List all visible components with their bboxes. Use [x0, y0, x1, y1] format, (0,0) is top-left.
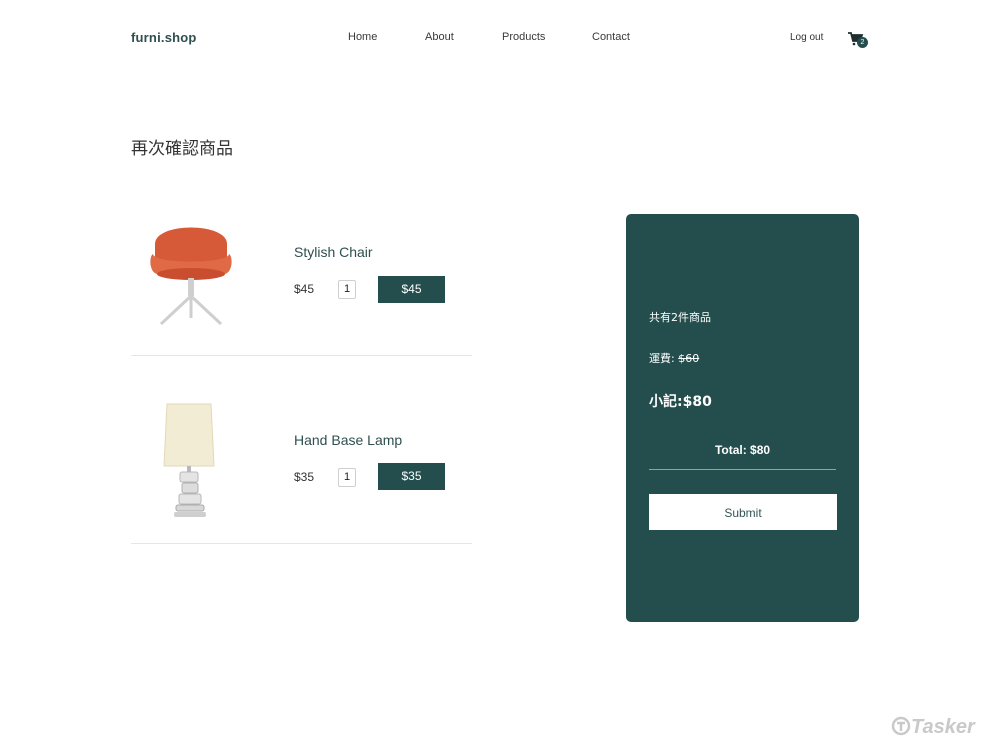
watermark-icon [891, 716, 911, 736]
item-name[interactable]: Hand Base Lamp [294, 432, 402, 448]
item-divider [131, 355, 472, 356]
shipping-label: 運費: [649, 352, 679, 365]
subtotal-text: 小記:$80 [649, 394, 712, 410]
watermark-logo: Tasker [891, 716, 975, 739]
total-text: Total: $80 [714, 443, 771, 457]
order-summary-panel: 共有2件商品 運費: $60 小記:$80 Total: $80 Submit [626, 214, 859, 622]
watermark-text: Tasker [911, 716, 975, 738]
nav-home[interactable]: Home [348, 31, 377, 43]
lamp-image [163, 403, 215, 517]
item-price: $35 [294, 470, 315, 484]
nav-contact[interactable]: Contact [592, 31, 630, 43]
item-name[interactable]: Stylish Chair [294, 244, 373, 260]
shipping-value: $60 [678, 352, 700, 365]
item-count-text: 共有2件商品 [649, 311, 711, 324]
item-total-button[interactable]: $35 [378, 463, 445, 490]
item-divider [131, 543, 472, 544]
nav-about[interactable]: About [425, 31, 454, 43]
total-divider [649, 469, 836, 470]
quantity-field[interactable]: 1 [338, 468, 356, 487]
logout-link[interactable]: Log out [790, 32, 823, 43]
logo[interactable]: furni.shop [131, 30, 197, 45]
item-price: $45 [294, 282, 315, 296]
page-title: 再次確認商品 [131, 139, 233, 159]
shipping-fee: 運費: $60 [649, 350, 699, 366]
item-total-button[interactable]: $45 [378, 276, 445, 303]
quantity-field[interactable]: 1 [338, 280, 356, 299]
chair-image [150, 227, 232, 326]
cart-count-badge: 2 [857, 37, 868, 48]
nav-products[interactable]: Products [502, 31, 545, 43]
submit-button[interactable]: Submit [649, 494, 837, 530]
